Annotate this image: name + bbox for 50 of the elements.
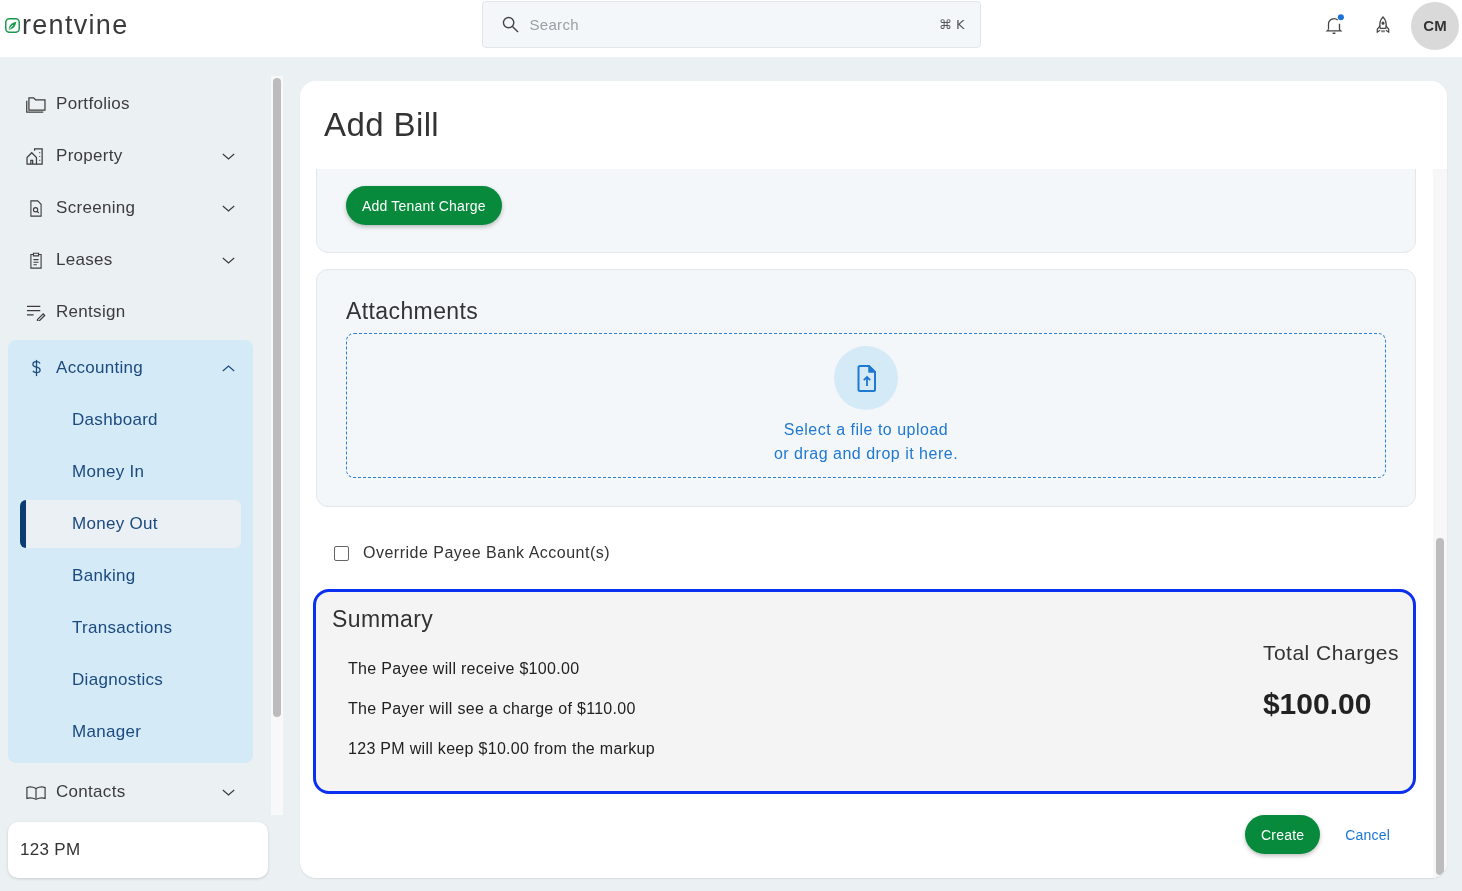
summary-line: 123 PM will keep $10.00 from the markup	[348, 739, 655, 759]
nav-subitem[interactable]: Money In	[20, 448, 241, 496]
dollar-icon	[31, 359, 42, 377]
bell-icon[interactable]	[1323, 14, 1345, 36]
create-button[interactable]: Create	[1245, 815, 1321, 854]
nav-subitem[interactable]: Diagnostics	[20, 656, 241, 704]
nav-item[interactable]: Screening	[8, 182, 253, 234]
company-selector[interactable]: 123 PM	[8, 822, 268, 878]
folder-icon	[26, 95, 46, 113]
chevron-up-icon	[222, 364, 235, 372]
file-drop-zone[interactable]: Select a file to upload or drag and drop it here.	[346, 333, 1386, 478]
checkbox-label: Override Payee Bank Account(s)	[363, 544, 611, 562]
nav-item[interactable]: Accounting	[8, 340, 253, 396]
house-icon	[26, 147, 46, 165]
user-avatar[interactable]: CM	[1411, 1, 1459, 50]
nav-subitem[interactable]: Dashboard	[20, 396, 241, 444]
total-label: Total Charges	[1262, 640, 1399, 666]
chevron-down-icon	[222, 788, 235, 796]
rocket-icon[interactable]	[1376, 15, 1390, 35]
scrollbar-thumb[interactable]	[273, 78, 281, 717]
chevron-down-icon	[222, 204, 235, 212]
search-icon	[501, 16, 519, 33]
checkbox[interactable]	[334, 545, 349, 561]
summary-line: The Payee will receive $100.00	[348, 659, 580, 679]
file-upload-icon	[834, 346, 898, 410]
nav-item[interactable]: Property	[8, 130, 253, 182]
nav-subitem[interactable]: Banking	[20, 552, 241, 600]
shortcut-hint: ⌘ K	[938, 16, 965, 33]
cancel-link[interactable]: Cancel	[1333, 815, 1402, 854]
nav-item[interactable]: Contacts	[8, 766, 253, 815]
list-pen-icon	[26, 303, 46, 321]
nav-subitem[interactable]: Manager	[20, 708, 241, 756]
nav-item[interactable]: Portfolios	[8, 78, 253, 130]
section-heading: Attachments	[346, 297, 479, 326]
summary-heading: Summary	[332, 605, 434, 634]
nav-item[interactable]: Rentsign	[8, 286, 253, 338]
nav-item[interactable]: Leases	[8, 234, 253, 286]
total-amount: $100.00	[1262, 686, 1372, 722]
chevron-down-icon	[222, 152, 235, 160]
logo-wordmark: rentvine	[22, 11, 129, 39]
book-icon	[26, 783, 46, 801]
chevron-down-icon	[222, 256, 235, 264]
nav-subitem[interactable]: Money Out	[20, 500, 241, 548]
page-title: Add Bill	[324, 106, 440, 144]
upload-prompt: Select a file to upload or drag and drop it here.	[773, 420, 959, 464]
summary-line: The Payer will see a charge of $110.00	[348, 699, 636, 719]
scrollbar-thumb[interactable]	[1436, 538, 1444, 875]
leaf-logo-icon	[5, 17, 20, 33]
nav-subitem[interactable]: Transactions	[20, 604, 241, 652]
add-tenant-charge-button[interactable]: Add Tenant Charge	[346, 186, 502, 225]
